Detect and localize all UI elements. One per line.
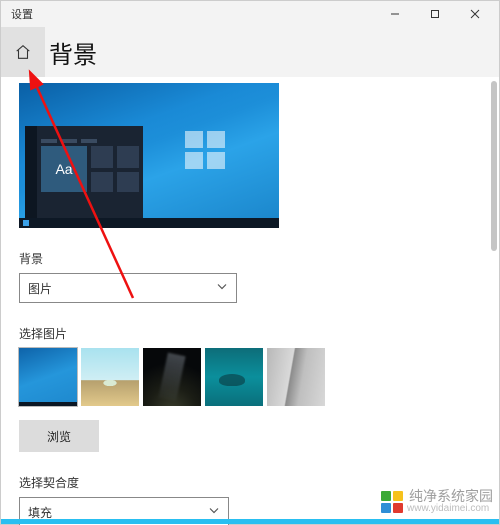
picture-thumb-4[interactable] [205,348,263,406]
picture-thumbnails [19,348,481,406]
maximize-button[interactable] [415,1,455,27]
window-controls [375,1,495,27]
background-type-select[interactable]: 图片 [19,273,237,303]
home-button[interactable] [1,27,45,77]
scrollbar[interactable] [491,81,497,251]
preview-start-menu: Aa [25,126,143,218]
content: Aa 背景 图片 选择图片 [1,83,499,525]
browse-button-label: 浏览 [47,428,71,445]
windows-logo-icon [185,131,225,169]
home-icon [14,43,32,61]
fit-label: 选择契合度 [19,474,481,491]
content-area: Aa 背景 图片 选择图片 [1,77,499,525]
minimize-icon [390,9,400,19]
picture-thumb-1[interactable] [19,348,77,406]
minimize-button[interactable] [375,1,415,27]
browse-button[interactable]: 浏览 [19,420,99,452]
picture-thumb-2[interactable] [81,348,139,406]
preview-taskbar [19,218,279,228]
settings-window: 设置 背景 [0,0,500,525]
background-type-value: 图片 [28,280,52,297]
header-row: 背景 [1,27,499,77]
window-title: 设置 [5,6,33,22]
maximize-icon [430,9,440,19]
page-title: 背景 [45,35,97,70]
close-icon [470,9,480,19]
fit-value: 填充 [28,504,52,521]
bottom-accent-bar [1,519,499,524]
close-button[interactable] [455,1,495,27]
titlebar: 设置 [1,1,499,27]
background-preview: Aa [19,83,279,228]
chevron-down-icon [208,505,220,520]
choose-picture-label: 选择图片 [19,325,481,342]
picture-thumb-5[interactable] [267,348,325,406]
picture-thumb-3[interactable] [143,348,201,406]
preview-sample-tile: Aa [41,146,87,192]
background-label: 背景 [19,250,481,267]
chevron-down-icon [216,281,228,296]
